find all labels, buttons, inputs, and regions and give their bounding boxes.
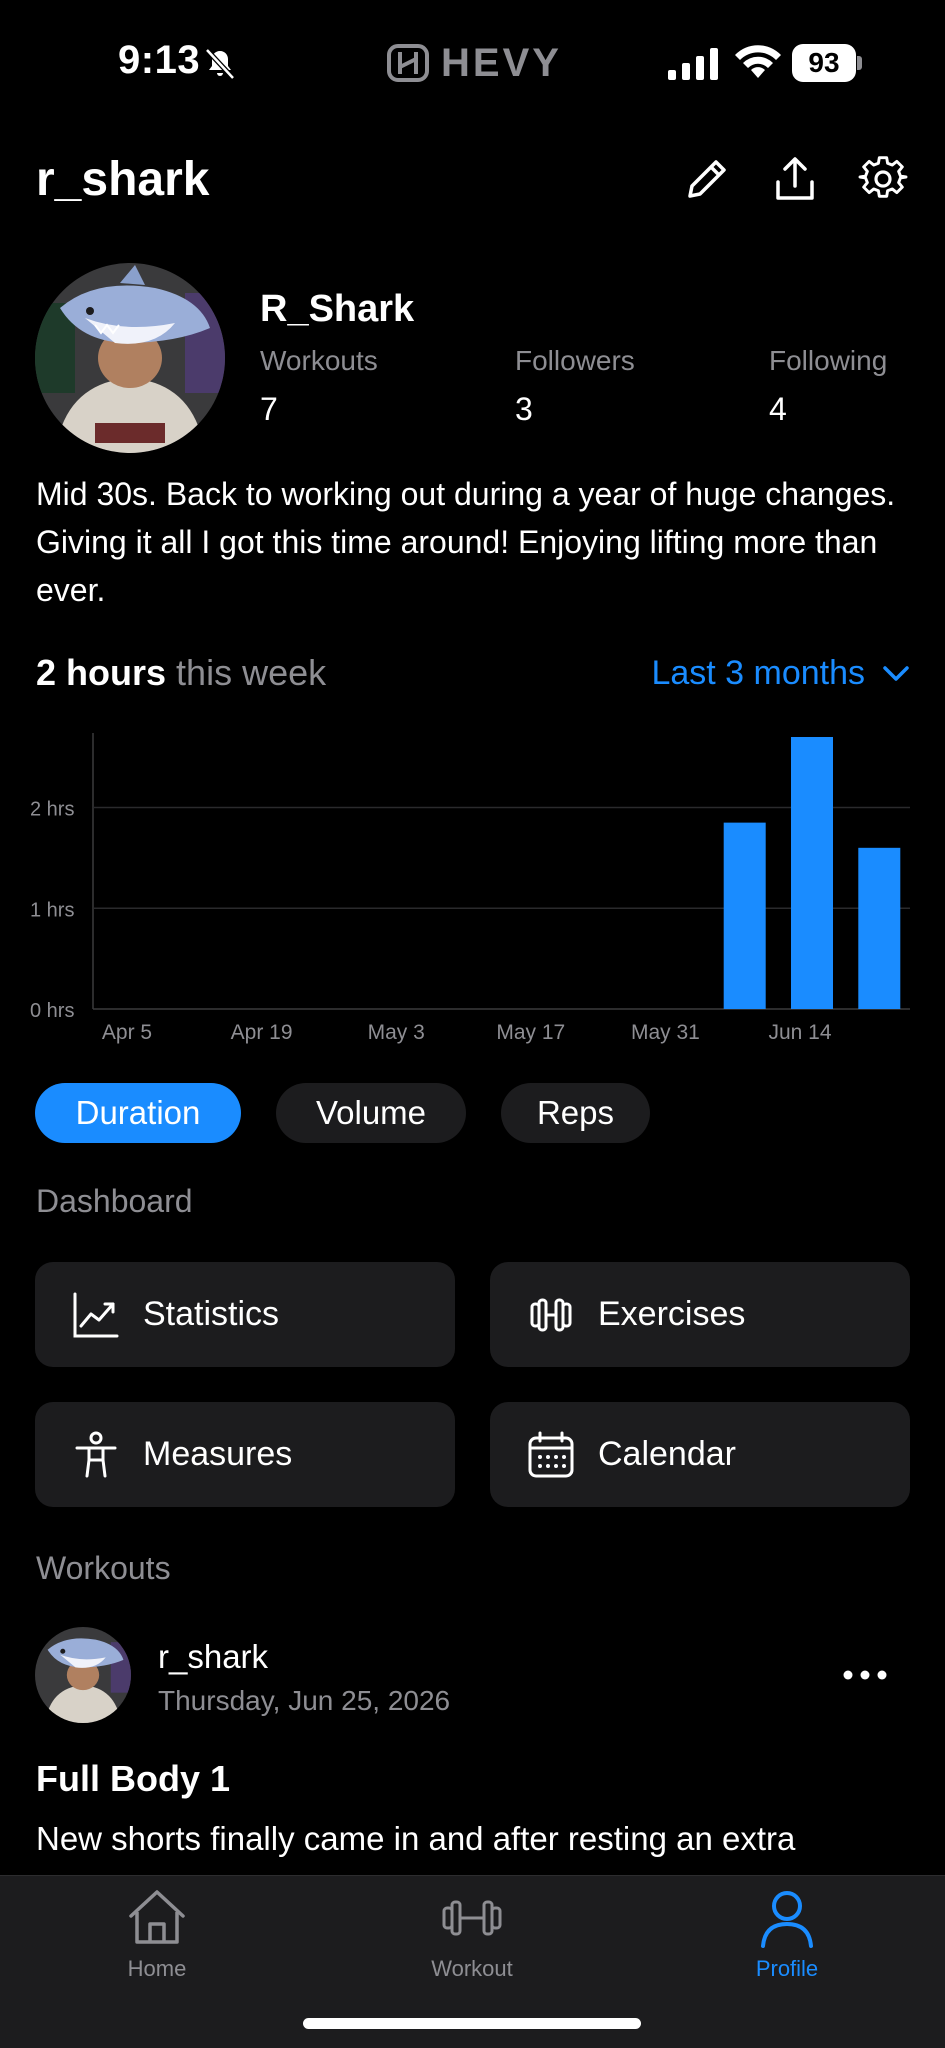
measures-button[interactable]: Measures: [35, 1402, 455, 1507]
calendar-label: Calendar: [598, 1435, 736, 1473]
dumbbell-icon: [442, 1900, 502, 1936]
profile-header: r_shark: [0, 140, 945, 220]
stat-value: 7: [260, 391, 278, 427]
x-tick-label: May 17: [496, 1021, 565, 1044]
tab-home-label: Home: [127, 1956, 187, 1981]
weekly-summary-value: 2 hours: [36, 652, 167, 693]
post-title[interactable]: Full Body 1: [36, 1758, 230, 1800]
weekly-summary: 2 hours this week: [36, 652, 326, 694]
stat-label: Workouts: [260, 345, 378, 376]
range-dropdown-label: Last 3 months: [651, 654, 865, 692]
dumbbell-icon: [530, 1298, 572, 1331]
stat-label: Followers: [515, 345, 635, 376]
share-button[interactable]: [770, 154, 820, 204]
battery-tip: [857, 56, 862, 70]
avatar-shark-image: [35, 1627, 131, 1723]
y-tick-label: 0 hrs: [30, 1000, 74, 1022]
more-options-button[interactable]: [840, 1660, 890, 1690]
avatar[interactable]: [35, 263, 225, 453]
tab-workout-label: Workout: [431, 1956, 513, 1981]
display-name: R_Shark: [260, 288, 415, 330]
tab-reps[interactable]: Reps: [501, 1083, 650, 1143]
tab-volume[interactable]: Volume: [276, 1083, 466, 1143]
weekly-summary-suffix: this week: [176, 652, 327, 693]
range-dropdown[interactable]: Last 3 months: [651, 654, 909, 693]
avatar-shark-image: [35, 263, 225, 453]
duration-chart: 0 hrs 1 hrs 2 hrs Apr 5 Apr 19 May 3 May 17 May…: [30, 733, 910, 1044]
home-icon: [129, 1890, 185, 1944]
post-avatar[interactable]: [35, 1627, 131, 1723]
statistics-label: Statistics: [143, 1295, 280, 1333]
dashboard-section-title: Dashboard: [36, 1183, 193, 1219]
stat-workouts[interactable]: Workouts 7: [260, 345, 378, 428]
tab-duration[interactable]: Duration: [35, 1083, 241, 1143]
x-tick-label: May 3: [368, 1021, 425, 1044]
x-tick-label: May 31: [631, 1021, 700, 1044]
profile-icon: [761, 1891, 813, 1948]
person-icon: [75, 1431, 117, 1477]
tab-profile[interactable]: Profile: [687, 1886, 887, 1982]
home-indicator: [303, 2018, 641, 2029]
measures-label: Measures: [143, 1435, 293, 1473]
y-tick-label: 1 hrs: [30, 899, 74, 921]
bell-off-icon: [205, 48, 235, 80]
stat-following[interactable]: Following 4: [769, 345, 887, 428]
stat-label: Following: [769, 345, 888, 376]
profile-bio: Mid 30s. Back to working out during a ye…: [36, 476, 896, 608]
calendar-icon: [528, 1431, 574, 1477]
tab-profile-label: Profile: [755, 1956, 819, 1981]
tab-workout[interactable]: Workout: [372, 1886, 572, 1982]
edit-profile-button[interactable]: [682, 154, 732, 204]
exercises-button[interactable]: Exercises: [490, 1262, 910, 1367]
stat-followers[interactable]: Followers 3: [515, 345, 635, 428]
chart-bar: [723, 822, 766, 1009]
hevy-wordmark: HEVY: [441, 40, 562, 85]
exercises-label: Exercises: [598, 1295, 746, 1333]
x-tick-label: Apr 5: [102, 1021, 152, 1044]
x-tick-label: Apr 19: [231, 1021, 293, 1044]
tab-home[interactable]: Home: [57, 1886, 257, 1982]
stat-value: 3: [515, 391, 533, 427]
workouts-section-title: Workouts: [36, 1550, 171, 1586]
cellular-signal-icon: [668, 48, 718, 80]
settings-button[interactable]: [858, 154, 908, 204]
chart-bar: [791, 737, 833, 1009]
x-tick-label: Jun 14: [768, 1021, 831, 1044]
battery-level: 93: [792, 44, 856, 82]
wifi-icon: [735, 45, 781, 78]
chart-trend-icon: [73, 1292, 119, 1337]
y-tick-label: 2 hrs: [30, 799, 74, 821]
battery-indicator: 93: [792, 44, 862, 82]
statistics-button[interactable]: Statistics: [35, 1262, 455, 1367]
status-time: 9:13: [118, 38, 201, 82]
hevy-mark-icon: [387, 44, 429, 82]
chart-bar: [858, 847, 901, 1009]
calendar-button[interactable]: Calendar: [490, 1402, 910, 1507]
post-username[interactable]: r_shark: [158, 1638, 268, 1676]
status-bar: 9:13 HEVY 93: [0, 0, 945, 130]
hevy-logo: HEVY: [385, 40, 562, 86]
stat-value: 4: [769, 391, 787, 427]
page-title: r_shark: [36, 153, 210, 206]
post-date: Thursday, Jun 25, 2026: [158, 1685, 451, 1716]
chevron-down-icon: [883, 665, 909, 681]
post-description: New shorts finally came in and after res…: [36, 1820, 796, 1857]
